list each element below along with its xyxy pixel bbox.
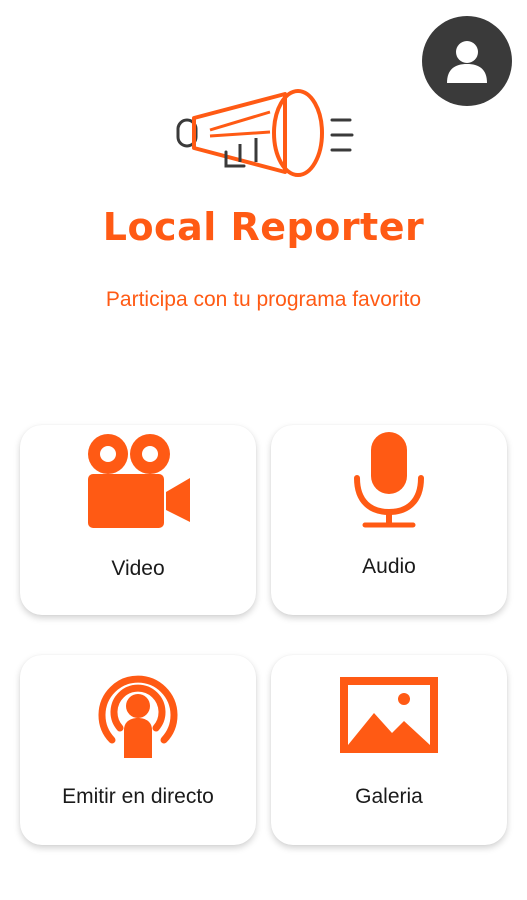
profile-button[interactable] <box>422 16 512 106</box>
gallery-image-icon <box>340 677 438 753</box>
microphone-icon <box>354 432 424 528</box>
gallery-label: Galeria <box>355 785 423 808</box>
user-profile-icon <box>447 41 487 83</box>
audio-label: Audio <box>362 555 416 578</box>
video-camera-icon <box>88 434 190 528</box>
live-broadcast-icon <box>98 675 178 758</box>
audio-button[interactable]: Audio <box>271 425 507 615</box>
video-label: Video <box>111 557 165 580</box>
gallery-button[interactable]: Galeria <box>271 655 507 845</box>
live-broadcast-button[interactable]: Emitir en directo <box>20 655 256 845</box>
video-button[interactable]: Video <box>20 425 256 615</box>
megaphone-icon <box>176 89 354 177</box>
live-broadcast-label: Emitir en directo <box>62 785 214 808</box>
app-subtitle: Participa con tu programa favorito <box>105 288 422 311</box>
app-title: Local Reporter <box>102 205 425 249</box>
